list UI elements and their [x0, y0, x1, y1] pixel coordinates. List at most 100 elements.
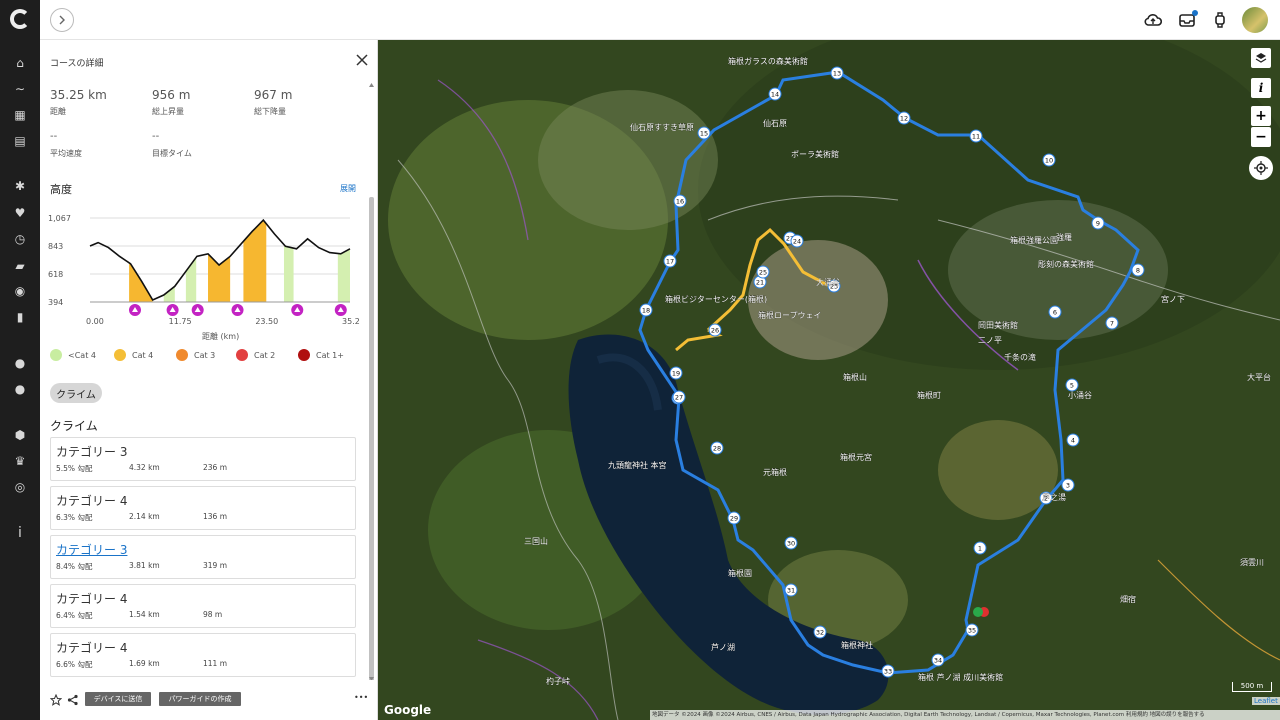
waypoint-number: 4	[1071, 437, 1075, 445]
climb-marker-icon[interactable]	[231, 304, 244, 316]
target-icon[interactable]: ◎	[10, 477, 30, 497]
climb-marker-icon[interactable]	[291, 304, 304, 316]
scroll-up-icon[interactable]	[368, 82, 375, 88]
stopwatch-icon[interactable]: ◷	[10, 229, 30, 249]
elevation-expand-link[interactable]: 展開	[340, 183, 356, 194]
waypoint-number: 7	[1110, 320, 1114, 328]
elevation-title: 高度	[50, 183, 72, 196]
close-icon[interactable]	[354, 52, 370, 68]
satellite-map[interactable]: 1234567891011121314151617181920212223242…	[378, 40, 1280, 720]
send-to-device-button[interactable]: デバイスに送信	[85, 692, 151, 706]
leaflet-link[interactable]: Leaflet	[1252, 697, 1280, 705]
legend-swatch	[114, 349, 126, 361]
share-icon[interactable]	[67, 694, 79, 706]
home-icon[interactable]: ⌂	[10, 53, 30, 73]
x-tick-label: 35.2	[342, 317, 360, 326]
map-place-label: 箱根ガラスの森美術館	[728, 56, 808, 66]
badge-icon[interactable]: ⬢	[10, 425, 30, 445]
waypoint-number: 26	[711, 327, 719, 335]
map-place-label: 箱根町	[917, 390, 941, 400]
map-place-label: 大涌谷	[816, 277, 840, 287]
waypoint-number: 13	[833, 70, 841, 78]
waypoint-number: 34	[934, 657, 942, 665]
waypoint-number: 17	[666, 258, 674, 266]
group-icon[interactable]: ●	[10, 379, 30, 399]
climb-grade: 5.5% 勾配	[56, 464, 93, 473]
watch-icon[interactable]	[1210, 10, 1230, 30]
climb-item[interactable]: カテゴリー 3 8.4% 勾配 3.81 km 319 m	[50, 535, 356, 579]
shoe-icon[interactable]: ▰	[10, 256, 30, 276]
people-icon[interactable]: ●	[10, 353, 30, 373]
zoom-out-button[interactable]: −	[1251, 127, 1271, 147]
target-time-value: --	[152, 131, 160, 142]
waypoint-number: 21	[756, 279, 764, 287]
chart-icon[interactable]: ▮	[10, 307, 30, 327]
legend-label: Cat 2	[254, 350, 276, 360]
panel-scrollbar[interactable]	[368, 82, 375, 687]
map-place-label: 仙石原	[763, 118, 787, 128]
heart-icon[interactable]: ♥	[10, 203, 30, 223]
legend-item: Cat 3	[176, 349, 215, 361]
map-place-label: 芦ノ湖	[711, 642, 735, 652]
map-place-label: 箱根元宮	[840, 452, 872, 462]
map-place-label: 九頭龍神社 本宮	[608, 460, 667, 470]
avg-speed-value: --	[50, 131, 58, 142]
location-icon[interactable]: ◉	[10, 281, 30, 301]
waypoint-number: 30	[787, 540, 795, 548]
descent-value: 967 m	[254, 88, 293, 102]
climb-item[interactable]: カテゴリー 3 5.5% 勾配 4.32 km 236 m	[50, 437, 356, 481]
climb-grade: 8.4% 勾配	[56, 562, 93, 571]
climb-marker-icon[interactable]	[166, 304, 179, 316]
map-place-label: 箱根山	[843, 372, 867, 382]
waypoint-number: 9	[1096, 220, 1100, 228]
star-icon[interactable]	[50, 694, 62, 706]
inbox-icon[interactable]	[1177, 10, 1198, 30]
climb-title[interactable]: カテゴリー 3	[56, 541, 127, 558]
locate-button[interactable]	[1249, 156, 1273, 180]
layers-button[interactable]	[1251, 48, 1271, 68]
climb-item[interactable]: カテゴリー 4 6.4% 勾配 1.54 km 98 m	[50, 584, 356, 628]
climb-filter-chip[interactable]: クライム	[50, 383, 102, 403]
legend-label: Cat 3	[194, 350, 216, 360]
activity-icon[interactable]: ∼	[10, 79, 30, 99]
more-options-button[interactable]: •••	[354, 693, 368, 702]
climb-item[interactable]: カテゴリー 4 6.6% 勾配 1.69 km 111 m	[50, 633, 356, 677]
zoom-in-button[interactable]: +	[1251, 106, 1271, 126]
create-powerguide-button[interactable]: パワーガイドの作成	[159, 692, 241, 706]
map-view[interactable]: 1234567891011121314151617181920212223242…	[378, 40, 1280, 720]
climb-band	[243, 220, 267, 302]
map-place-label: 仙石原すすき草原	[630, 122, 694, 132]
avatar[interactable]	[1242, 7, 1268, 33]
calendar-icon[interactable]: ▦	[10, 105, 30, 125]
expand-sidebar-button[interactable]	[50, 8, 74, 32]
legend-item: <Cat 4	[50, 349, 96, 361]
legend-swatch	[50, 349, 62, 361]
run-icon[interactable]: ✱	[10, 176, 30, 196]
trophy-icon[interactable]: ♛	[10, 451, 30, 471]
info-icon[interactable]: i	[10, 523, 30, 543]
distance-label: 距離	[50, 107, 66, 116]
waypoint-number: 3	[1066, 482, 1070, 490]
climb-marker-icon[interactable]	[191, 304, 204, 316]
map-place-label: 強羅	[1056, 232, 1072, 242]
waypoint-number: 32	[816, 629, 824, 637]
climb-title: カテゴリー 4	[56, 592, 128, 606]
climb-marker-icon[interactable]	[128, 304, 141, 316]
map-place-label: 箱根ビジターセンター(箱根)	[665, 294, 767, 304]
scroll-thumb[interactable]	[369, 197, 374, 687]
climb-band	[337, 248, 350, 302]
waypoint-number: 16	[676, 198, 684, 206]
waypoint-number: 28	[713, 445, 721, 453]
climb-item[interactable]: カテゴリー 4 6.3% 勾配 2.14 km 136 m	[50, 486, 356, 530]
info-button[interactable]: i	[1251, 78, 1271, 98]
news-icon[interactable]: ▤	[10, 131, 30, 151]
cloud-upload-icon[interactable]	[1143, 10, 1163, 30]
climb-marker-icon[interactable]	[334, 304, 347, 316]
map-place-label: ポーラ美術館	[791, 149, 839, 159]
climb-distance: 2.14 km	[129, 512, 160, 521]
app-logo-icon[interactable]	[10, 9, 30, 29]
map-place-label: 箱根 芦ノ湖 成川美術館	[918, 672, 1003, 682]
climb-title: カテゴリー 4	[56, 494, 128, 508]
map-place-label: 元箱根	[763, 467, 787, 477]
climb-title: カテゴリー 4	[56, 641, 128, 655]
